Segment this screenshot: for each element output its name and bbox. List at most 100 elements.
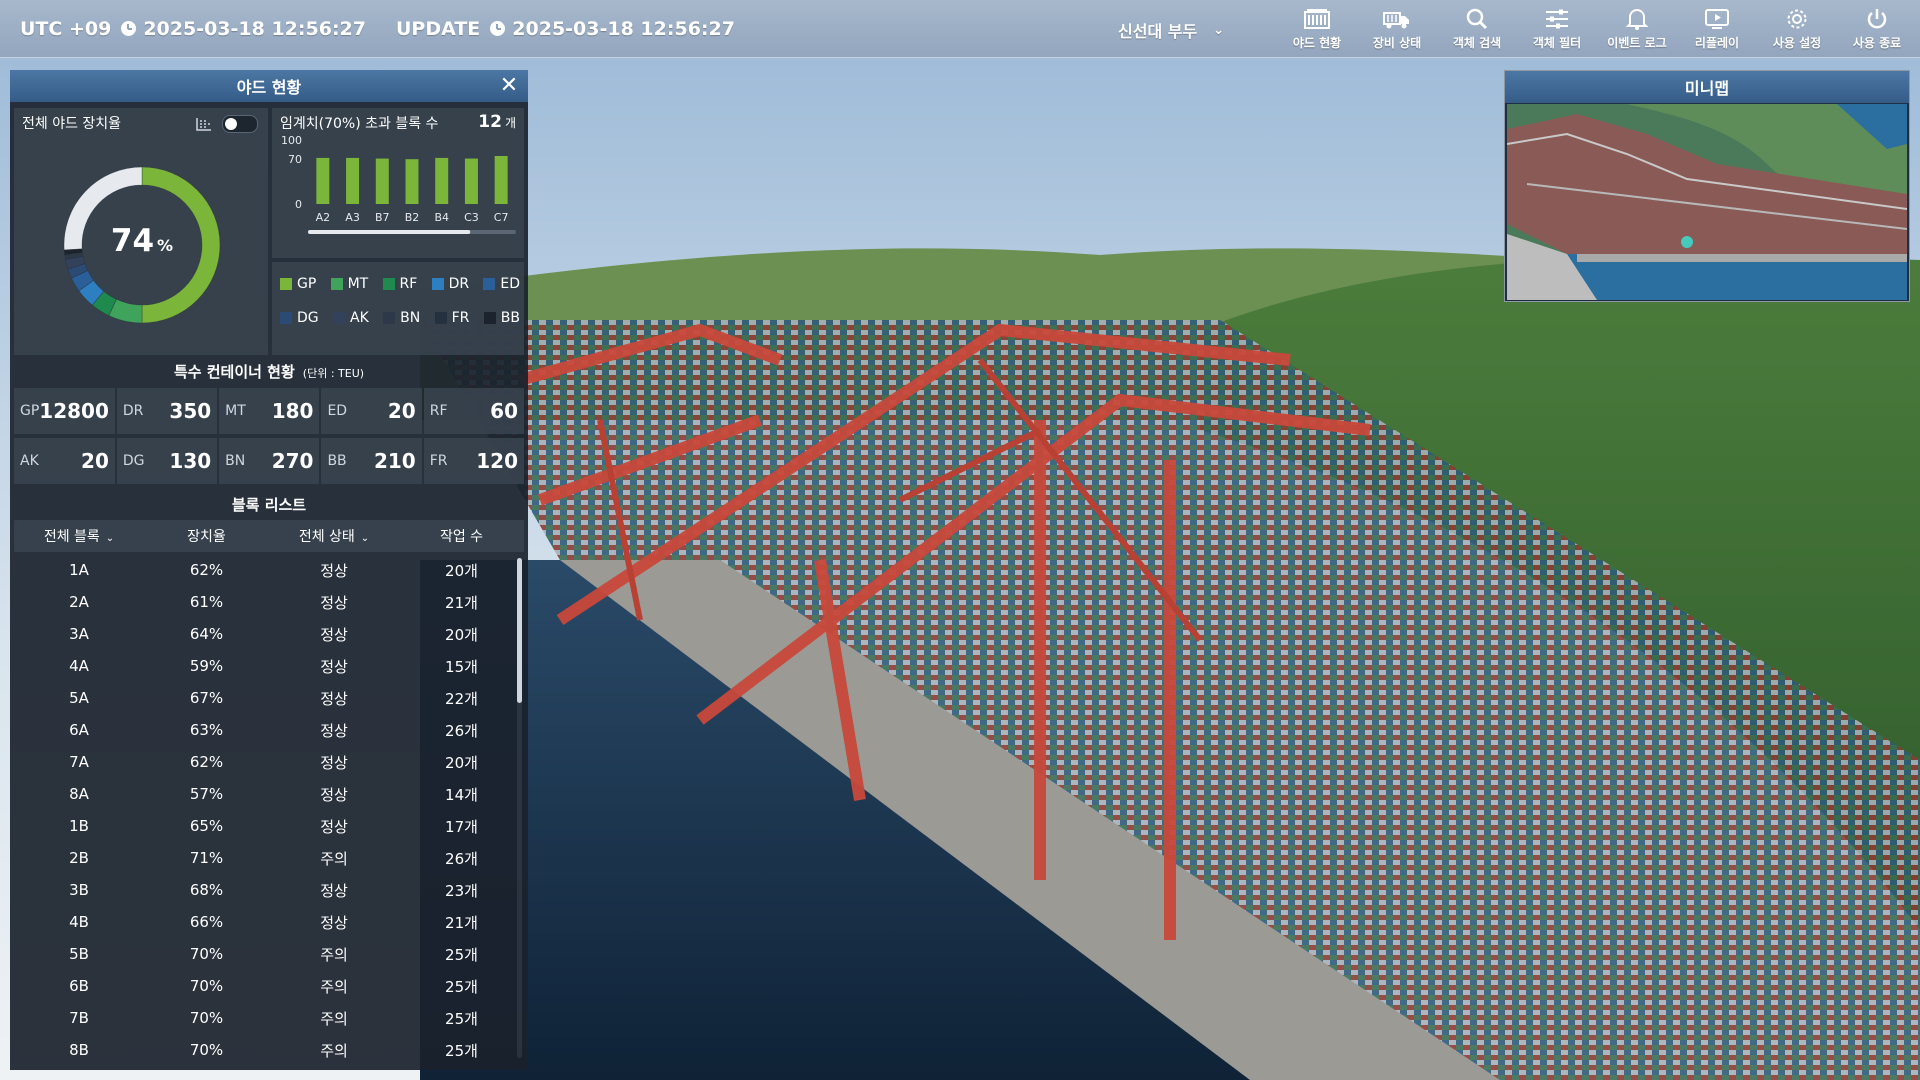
legend-swatch: [434, 312, 447, 324]
legend-swatch: [330, 278, 343, 290]
menu-equipment-status[interactable]: 장비 상태: [1357, 0, 1437, 58]
table-row[interactable]: 6A 63% 정상 26개: [14, 714, 524, 746]
cell-work-count: 23개: [445, 881, 478, 900]
bar-B4: [435, 157, 449, 204]
cell-status: 정상: [320, 913, 348, 932]
cell-status: 정상: [320, 625, 348, 644]
legend-row: GP MT RF DR ED: [280, 276, 520, 292]
teu-code: FR: [429, 453, 448, 469]
menu-settings[interactable]: 사용 설정: [1757, 0, 1837, 58]
teu-code: AK: [20, 453, 39, 469]
summary-section: 전체 야드 장치율 74% 임계치(70%) 초과 블록 수 12 개 0 70 10…: [14, 108, 524, 355]
cell-work-count: 26개: [445, 721, 478, 740]
legend-item-BN: BN: [383, 310, 420, 326]
x-tick-label: C7: [494, 211, 509, 224]
teu-cell-FR: FR 120: [423, 438, 524, 484]
table-row[interactable]: 4B 66% 정상 21개: [14, 906, 524, 938]
cell-utilization: 61%: [189, 593, 224, 611]
table-row[interactable]: 3A 64% 정상 20개: [14, 618, 524, 650]
table-row[interactable]: 4A 59% 정상 15개: [14, 650, 524, 682]
block-list-scrollbar[interactable]: [517, 558, 522, 1058]
teu-cell-BN: BN 270: [219, 438, 320, 484]
cell-work-count: 22개: [445, 689, 478, 708]
table-row[interactable]: 6B 70% 주의 25개: [14, 970, 524, 1002]
table-row[interactable]: 2A 61% 정상 21개: [14, 586, 524, 618]
cell-block: 8A: [69, 785, 89, 803]
bar-B7: [375, 158, 389, 204]
teu-code: BN: [225, 453, 246, 469]
table-row[interactable]: 1B 65% 정상 17개: [14, 810, 524, 842]
menu-object-search[interactable]: 객체 검색: [1437, 0, 1517, 58]
cell-block: 5A: [69, 689, 89, 707]
scrollbar-thumb[interactable]: [517, 558, 522, 703]
special-container-title: 특수 컨테이너 현황 (단위 : TEU): [173, 363, 365, 381]
chevron-down-icon: ⌄: [1213, 22, 1225, 38]
table-row[interactable]: 5A 67% 정상 22개: [14, 682, 524, 714]
cell-block: 1A: [69, 561, 89, 579]
teu-code: ED: [327, 403, 348, 419]
legend-item-DG: DG: [280, 310, 319, 326]
table-row[interactable]: 3B 68% 정상 23개: [14, 874, 524, 906]
update-clock: UPDATE 2025-03-18 12:56:27: [396, 18, 735, 40]
chart-grid-icon[interactable]: [196, 117, 212, 131]
teu-value: 60: [490, 399, 518, 423]
cell-work-count: 25개: [445, 1041, 478, 1060]
utc-time: 2025-03-18 12:56:27: [143, 17, 366, 40]
utilization-title: 전체 야드 장치율: [22, 116, 122, 132]
cell-block: 3B: [69, 881, 89, 899]
teu-cell-MT: MT 180: [219, 388, 320, 434]
cell-utilization: 70%: [189, 945, 224, 963]
teu-value: 350: [169, 399, 212, 423]
cell-block: 7B: [69, 1009, 89, 1027]
cell-utilization: 67%: [189, 689, 224, 707]
threshold-title: 임계치(70%) 초과 블록 수: [280, 116, 439, 132]
cell-status: 정상: [320, 689, 348, 708]
chart-scroll-thumb[interactable]: [308, 230, 471, 234]
table-row[interactable]: 7A 62% 정상 20개: [14, 746, 524, 778]
close-icon[interactable]: ✕: [496, 73, 522, 99]
y-tick-label: 100: [281, 134, 302, 147]
bar-C7: [494, 156, 508, 204]
table-row[interactable]: 8A 57% 정상 14개: [14, 778, 524, 810]
cell-block: 6A: [69, 721, 89, 739]
legend-item-DR: DR: [431, 276, 469, 292]
teu-value: 210: [373, 449, 416, 473]
menu-yard-status[interactable]: 야드 현황: [1277, 0, 1357, 58]
status-filter-dropdown[interactable]: 전체 상태 ⌄: [269, 526, 399, 546]
menu-object-filter[interactable]: 객체 필터: [1517, 0, 1597, 58]
x-tick-label: A3: [345, 211, 360, 224]
cell-work-count: 20개: [445, 625, 478, 644]
yard-status-panel: 야드 현황 ✕ 전체 야드 장치율 74% 임계치(70%) 초과 블록 수 1…: [10, 70, 528, 1070]
legend-item-GP: GP: [280, 276, 316, 292]
cell-utilization: 65%: [189, 817, 224, 835]
block-table-body: 1A 62% 정상 20개 2A 61% 정상 21개 3A 64% 정상 20개 4A 59% 정상 15개…: [14, 554, 524, 1066]
menu-event-log[interactable]: 이벤트 로그: [1597, 0, 1677, 58]
cell-work-count: 21개: [445, 913, 478, 932]
table-row[interactable]: 8B 70% 주의 25개: [14, 1034, 524, 1066]
table-row[interactable]: 7B 70% 주의 25개: [14, 1002, 524, 1034]
clock-icon: [490, 21, 506, 36]
table-row[interactable]: 1A 62% 정상 20개: [14, 554, 524, 586]
cell-status: 정상: [320, 785, 348, 804]
y-tick-label: 70: [288, 153, 302, 166]
minimap-view[interactable]: [1507, 104, 1907, 300]
top-bar: UTC +09 2025-03-18 12:56:27 UPDATE 2025-…: [0, 0, 1920, 58]
teu-code: DR: [122, 403, 144, 419]
teu-cell-ED: ED 20: [321, 388, 422, 434]
menu-replay[interactable]: 리플레이: [1677, 0, 1757, 58]
site-selector[interactable]: 신선대 부두 ⌄: [1118, 18, 1224, 42]
cell-block: 5B: [69, 945, 89, 963]
x-tick-label: B4: [434, 211, 449, 224]
bar-C3: [464, 158, 478, 204]
legend-item-RF: RF: [382, 276, 417, 292]
threshold-count: 12 개: [478, 112, 516, 132]
legend-item-FR: FR: [434, 310, 469, 326]
legend-swatch: [483, 312, 496, 324]
view-toggle[interactable]: [222, 115, 258, 133]
menu-logout[interactable]: 사용 종료: [1837, 0, 1917, 58]
table-row[interactable]: 2B 71% 주의 26개: [14, 842, 524, 874]
chevron-down-icon: ⌄: [360, 533, 370, 544]
table-row[interactable]: 5B 70% 주의 25개: [14, 938, 524, 970]
cell-status: 정상: [320, 593, 348, 612]
block-filter-dropdown[interactable]: 전체 블록 ⌄: [14, 526, 144, 546]
